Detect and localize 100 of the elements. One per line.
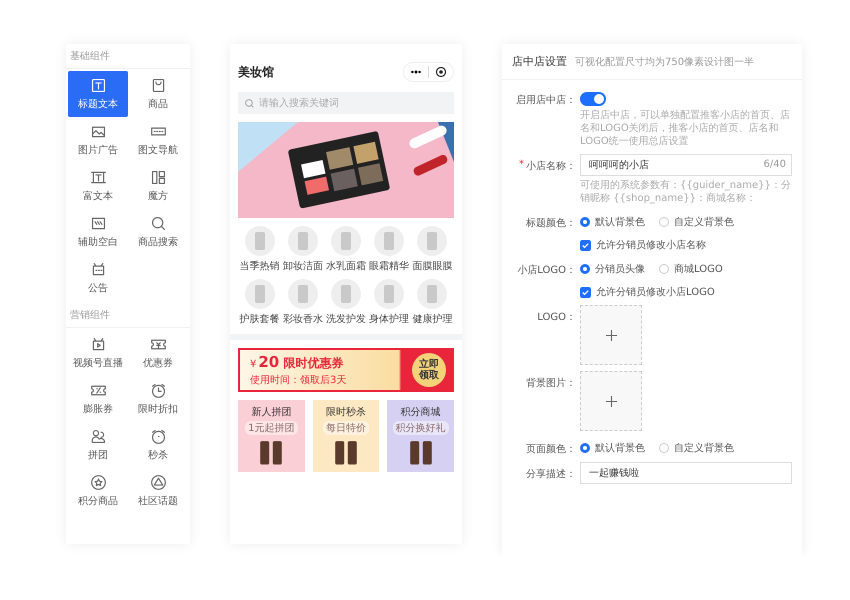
promo-title: 积分商城 (400, 406, 441, 419)
checkbox-label[interactable]: 允许分销员修改小店LOGO (596, 285, 715, 299)
product-photo-placeholder[interactable] (288, 226, 318, 256)
promo-card[interactable]: 积分商城 积分换好礼 (387, 400, 454, 472)
clock-icon (150, 382, 166, 399)
section-title: 营销组件 (66, 303, 190, 328)
component-item[interactable]: 限时折扣 (128, 376, 188, 422)
component-item[interactable]: 膨胀券 (68, 376, 128, 422)
category-label[interactable]: 洗发护发 (326, 312, 366, 326)
category-label[interactable]: 面膜眼膜 (412, 259, 452, 273)
required-mark: * (519, 159, 524, 170)
radio-button[interactable] (580, 217, 590, 227)
claim-button[interactable]: 立即领取 (412, 353, 446, 387)
component-item[interactable]: 富文本 (68, 163, 128, 209)
toggle-switch[interactable] (580, 92, 606, 106)
radio-label[interactable]: 自定义背景色 (674, 215, 734, 229)
promo-title: 限时秒杀 (326, 406, 366, 419)
panel-title: 店中店设置 (512, 54, 567, 69)
character-counter: 6/40 (764, 159, 786, 170)
currency-sign: ¥ (250, 359, 256, 370)
component-item[interactable]: 拼团 (68, 422, 128, 468)
component-item[interactable]: 商品 (128, 71, 188, 117)
alarm-icon (150, 428, 166, 445)
radio-label[interactable]: 分销员头像 (595, 262, 645, 276)
search-field[interactable]: 请输入搜索关键词 (238, 92, 454, 114)
blocks-icon (150, 169, 166, 186)
product-photo-placeholder[interactable] (244, 279, 275, 309)
radio-button[interactable] (580, 264, 590, 274)
more-icon[interactable] (410, 69, 422, 75)
capsule-menu[interactable] (403, 62, 454, 82)
product-photo-placeholder[interactable] (374, 279, 404, 309)
field-label: 背景图片： (526, 376, 576, 390)
promo-title: 新人拼团 (251, 406, 292, 419)
plus-icon (606, 396, 616, 406)
radio-button[interactable] (659, 443, 669, 453)
text-input[interactable]: 一起赚钱啦 (580, 462, 792, 484)
component-item[interactable]: 标题文本 (68, 71, 128, 117)
radio-button[interactable] (659, 217, 669, 227)
product-photo-placeholder[interactable] (330, 279, 361, 309)
field-label: 页面颜色： (526, 442, 576, 456)
product-photo-placeholder[interactable] (330, 226, 361, 256)
field-label: 小店名称： (526, 160, 576, 173)
component-item[interactable]: 视频号直播 (68, 330, 128, 376)
component-item[interactable]: 社区话题 (128, 468, 188, 514)
field-hint: 开启店中店，可以单独配置推客小店的首页、店名和LOGO关闭后，推客小店的首页、店名和LOGO统一使用总店设置 (580, 109, 791, 148)
category-label[interactable]: 水乳面霜 (326, 259, 366, 273)
field-label: 小店LOGO： (517, 264, 576, 277)
people-icon (90, 428, 106, 445)
radio-label[interactable]: 默认背景色 (595, 215, 645, 229)
checkbox[interactable] (580, 286, 591, 298)
field-label: 启用店中店： (516, 94, 576, 107)
category-label[interactable]: 当季热销 (240, 259, 280, 273)
component-item[interactable]: 魔方 (128, 163, 188, 209)
text-frame-icon (90, 169, 106, 186)
coupon-title: 限时优惠券 (283, 355, 344, 372)
upload-box[interactable] (580, 305, 642, 365)
coupon-amount: 20 (258, 353, 280, 371)
category-label[interactable]: 护肤套餐 (240, 312, 280, 326)
component-item[interactable]: 公告 (68, 255, 128, 301)
category-label[interactable]: 卸妆洁面 (282, 259, 323, 273)
promo-card[interactable]: 新人拼团 1元起拼团 (238, 400, 305, 472)
search-icon (244, 98, 255, 108)
product-photo-placeholder[interactable] (244, 226, 275, 256)
component-item[interactable]: 图片广告 (68, 117, 128, 163)
radio-button[interactable] (659, 264, 669, 274)
component-item[interactable]: 秒杀 (128, 422, 188, 468)
category-label[interactable]: 眼霜精华 (369, 259, 410, 273)
radio-label[interactable]: 自定义背景色 (674, 441, 734, 455)
product-photo-placeholder[interactable] (288, 279, 318, 309)
component-item[interactable]: 图文导航 (128, 117, 188, 163)
component-item[interactable]: 商品搜索 (128, 209, 188, 255)
product-photo-placeholder[interactable] (417, 279, 448, 309)
category-label[interactable]: 健康护理 (412, 312, 452, 326)
category-label[interactable]: 身体护理 (369, 312, 410, 326)
promo-tag: 1元起拼团 (245, 421, 298, 435)
coupon-validity: 使用时间：领取后3天 (250, 374, 346, 387)
component-item[interactable]: 积分商品 (68, 468, 128, 514)
page-title: 美妆馆 (238, 64, 274, 80)
search-icon (150, 215, 166, 232)
panel-subtitle: 可视化配置尺寸均为750像素设计图一半 (575, 56, 754, 69)
component-item[interactable]: 辅助空白 (68, 209, 128, 255)
radio-button[interactable] (580, 443, 590, 453)
field-label: 标题颜色： (526, 216, 576, 230)
coupon-banner[interactable]: ¥20 限时优惠券 使用时间：领取后3天 立即领取 (238, 348, 454, 392)
plus-icon (606, 330, 616, 340)
section-title: 基础组件 (66, 44, 190, 69)
radio-label[interactable]: 商城LOGO (674, 262, 723, 276)
component-item[interactable]: 优惠券 (128, 330, 188, 376)
upload-box[interactable] (580, 371, 642, 431)
category-label[interactable]: 彩妆香水 (282, 312, 323, 326)
field-hint: 可使用的系统参数有：{{guider_name}}：分销昵称 {{shop_name}}：商城名称： (580, 179, 792, 205)
product-photo-placeholder[interactable] (417, 226, 448, 256)
radio-label[interactable]: 默认背景色 (595, 441, 645, 455)
checkbox[interactable] (580, 240, 591, 250)
field-label: LOGO： (537, 311, 576, 324)
checkbox-label[interactable]: 允许分销员修改小店名称 (596, 238, 706, 252)
promo-tag: 积分换好礼 (392, 421, 449, 435)
field-label: 分享描述： (526, 468, 576, 481)
promo-card[interactable]: 限时秒杀 每日特价 (312, 400, 380, 472)
product-photo-placeholder[interactable] (374, 226, 404, 256)
